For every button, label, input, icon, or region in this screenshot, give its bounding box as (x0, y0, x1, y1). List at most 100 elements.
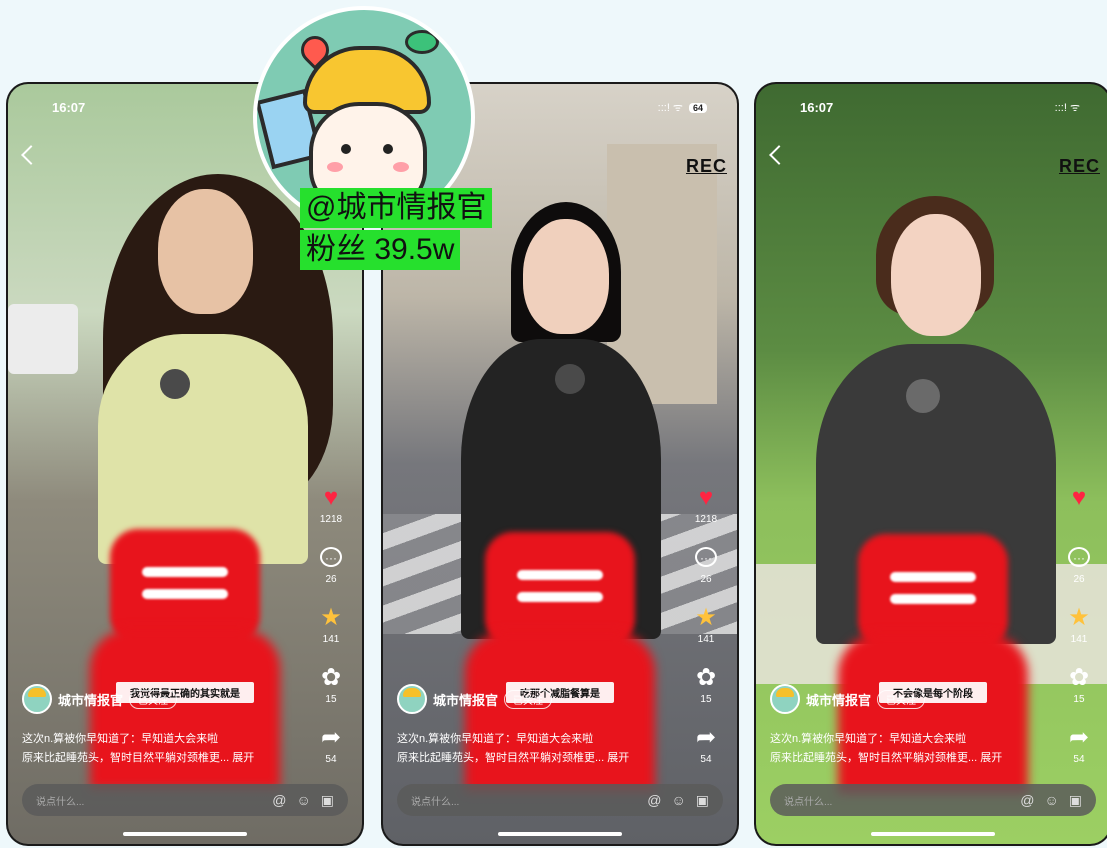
author-name[interactable]: 城市情报官 (433, 690, 498, 709)
caption[interactable]: 这次n.算被你早知道了：早知道大会来啦 原来比起睡苑头，智时目然平躺对颈椎更..… (770, 730, 1070, 768)
rec-label: REC (685, 156, 727, 176)
comment-icon: ··· (320, 547, 342, 567)
comment-count: 26 (1073, 574, 1085, 585)
comment-button[interactable]: ··· 26 (1068, 544, 1090, 604)
at-icon[interactable]: @ (1020, 792, 1034, 809)
author-avatar[interactable] (770, 684, 800, 714)
wechat-share-button[interactable]: ✿ 15 (1069, 664, 1089, 724)
comment-input[interactable]: 说点什么... (411, 793, 647, 808)
author-row: 城市情报官 已关注 (22, 684, 178, 714)
heart-icon: ♥ (698, 484, 714, 511)
star-icon: ★ (320, 604, 342, 631)
forward-count: 54 (700, 754, 712, 765)
home-indicator (123, 832, 247, 836)
star-count: 141 (697, 634, 715, 645)
wechat-share-button[interactable]: ✿ 15 (696, 664, 716, 724)
emoji-icon[interactable]: ☺ (671, 792, 685, 809)
star-icon: ★ (695, 604, 717, 631)
status-time: 16:07 (800, 100, 834, 115)
wechat-share-button[interactable]: ✿ 15 (321, 664, 341, 724)
star-count: 141 (1070, 634, 1088, 645)
like-button[interactable]: ♥ (1072, 484, 1086, 544)
account-fans-label: 粉丝 39.5w (300, 230, 461, 270)
battery-icon: 64 (688, 102, 707, 113)
forward-count: 54 (1073, 754, 1085, 765)
forward-button[interactable]: ➦ 54 (696, 724, 716, 784)
wechat-icon: ✿ (320, 664, 342, 691)
comment-bar[interactable]: 说点什么... @ ☺ ▣ (22, 784, 348, 816)
star-count: 141 (322, 634, 340, 645)
like-count: 1218 (694, 514, 718, 525)
emoji-icon[interactable]: ☺ (296, 792, 310, 809)
comment-button[interactable]: ··· 26 (695, 544, 717, 604)
signal-icon: :::! ᯤ (1054, 102, 1080, 114)
video-screen-3[interactable]: 16:07 :::! ᯤ REC ♥ ··· 26 ★ 141 ✿ 15 ➦ 5… (756, 84, 1107, 844)
comment-count: 26 (325, 574, 337, 585)
author-name[interactable]: 城市情报官 (806, 690, 871, 709)
star-button[interactable]: ★ 141 (1068, 604, 1090, 664)
caption-line-1: 这次n.算被你早知道了：早知道大会来啦 (22, 733, 219, 745)
lapel-mic (160, 369, 190, 399)
status-time: 16:07 (52, 100, 86, 115)
author-row: 城市情报官 已关注 (770, 684, 926, 714)
at-icon[interactable]: @ (647, 792, 661, 809)
heart-icon: ♥ (323, 484, 339, 511)
rec-label: REC (1058, 156, 1100, 176)
like-button[interactable]: ♥ 1218 (320, 484, 342, 544)
caption-line-2: 原来比起睡苑头，智时目然平躺对颈椎更... 展开 (22, 752, 255, 764)
follow-button[interactable]: 已关注 (877, 689, 926, 709)
status-icons: :::! ᯤ (1055, 100, 1080, 115)
bus (8, 304, 78, 374)
caption-line-1: 这次n.算被你早知道了：早知道大会来啦 (770, 733, 967, 745)
forward-count: 54 (325, 754, 337, 765)
comment-bar[interactable]: 说点什么... @ ☺ ▣ (397, 784, 723, 816)
handheld-mic (906, 379, 940, 413)
comment-count: 26 (700, 574, 712, 585)
author-avatar[interactable] (22, 684, 52, 714)
like-count: 1218 (319, 514, 343, 525)
star-icon: ★ (1068, 604, 1090, 631)
signal-icon: :::! ᯤ (657, 102, 683, 114)
follow-button[interactable]: 已关注 (504, 689, 553, 709)
account-handle-label: @城市情报官 (300, 188, 493, 228)
person-face (523, 219, 609, 334)
forward-button[interactable]: ➦ 54 (321, 724, 341, 784)
caption-line-2: 原来比起睡苑头，智时目然平躺对颈椎更... 展开 (770, 752, 1003, 764)
heart-icon: ♥ (1071, 484, 1087, 511)
caption-line-2: 原来比起睡苑头，智时目然平躺对颈椎更... 展开 (397, 752, 630, 764)
comment-icon: ··· (695, 547, 717, 567)
person-face (891, 214, 981, 336)
star-button[interactable]: ★ 141 (695, 604, 717, 664)
leaf-sprout-icon (405, 30, 439, 54)
comment-input[interactable]: 说点什么... (784, 793, 1020, 808)
wechat-count: 15 (325, 694, 337, 705)
share-icon: ➦ (320, 724, 342, 751)
status-icons: :::! ᯤ 64 (658, 100, 707, 115)
image-icon[interactable]: ▣ (321, 792, 334, 809)
comment-icon: ··· (1068, 547, 1090, 567)
home-indicator (871, 832, 995, 836)
wechat-count: 15 (700, 694, 712, 705)
caption[interactable]: 这次n.算被你早知道了：早知道大会来啦 原来比起睡苑头，智时目然平躺对颈椎更..… (22, 730, 322, 768)
image-icon[interactable]: ▣ (696, 792, 709, 809)
forward-button[interactable]: ➦ 54 (1069, 724, 1089, 784)
author-avatar[interactable] (397, 684, 427, 714)
at-icon[interactable]: @ (272, 792, 286, 809)
emoji-icon[interactable]: ☺ (1044, 792, 1058, 809)
share-icon: ➦ (695, 724, 717, 751)
like-button[interactable]: ♥ 1218 (695, 484, 717, 544)
follow-button[interactable]: 已关注 (129, 689, 178, 709)
home-indicator (498, 832, 622, 836)
share-icon: ➦ (1068, 724, 1090, 751)
comment-bar[interactable]: 说点什么... @ ☺ ▣ (770, 784, 1096, 816)
caption-line-1: 这次n.算被你早知道了：早知道大会来啦 (397, 733, 594, 745)
wechat-icon: ✿ (1068, 664, 1090, 691)
author-row: 城市情报官 已关注 (397, 684, 553, 714)
comment-input[interactable]: 说点什么... (36, 793, 272, 808)
author-name[interactable]: 城市情报官 (58, 690, 123, 709)
caption[interactable]: 这次n.算被你早知道了：早知道大会来啦 原来比起睡苑头，智时目然平躺对颈椎更..… (397, 730, 697, 768)
comment-button[interactable]: ··· 26 (320, 544, 342, 604)
image-icon[interactable]: ▣ (1069, 792, 1082, 809)
star-button[interactable]: ★ 141 (320, 604, 342, 664)
wechat-icon: ✿ (695, 664, 717, 691)
